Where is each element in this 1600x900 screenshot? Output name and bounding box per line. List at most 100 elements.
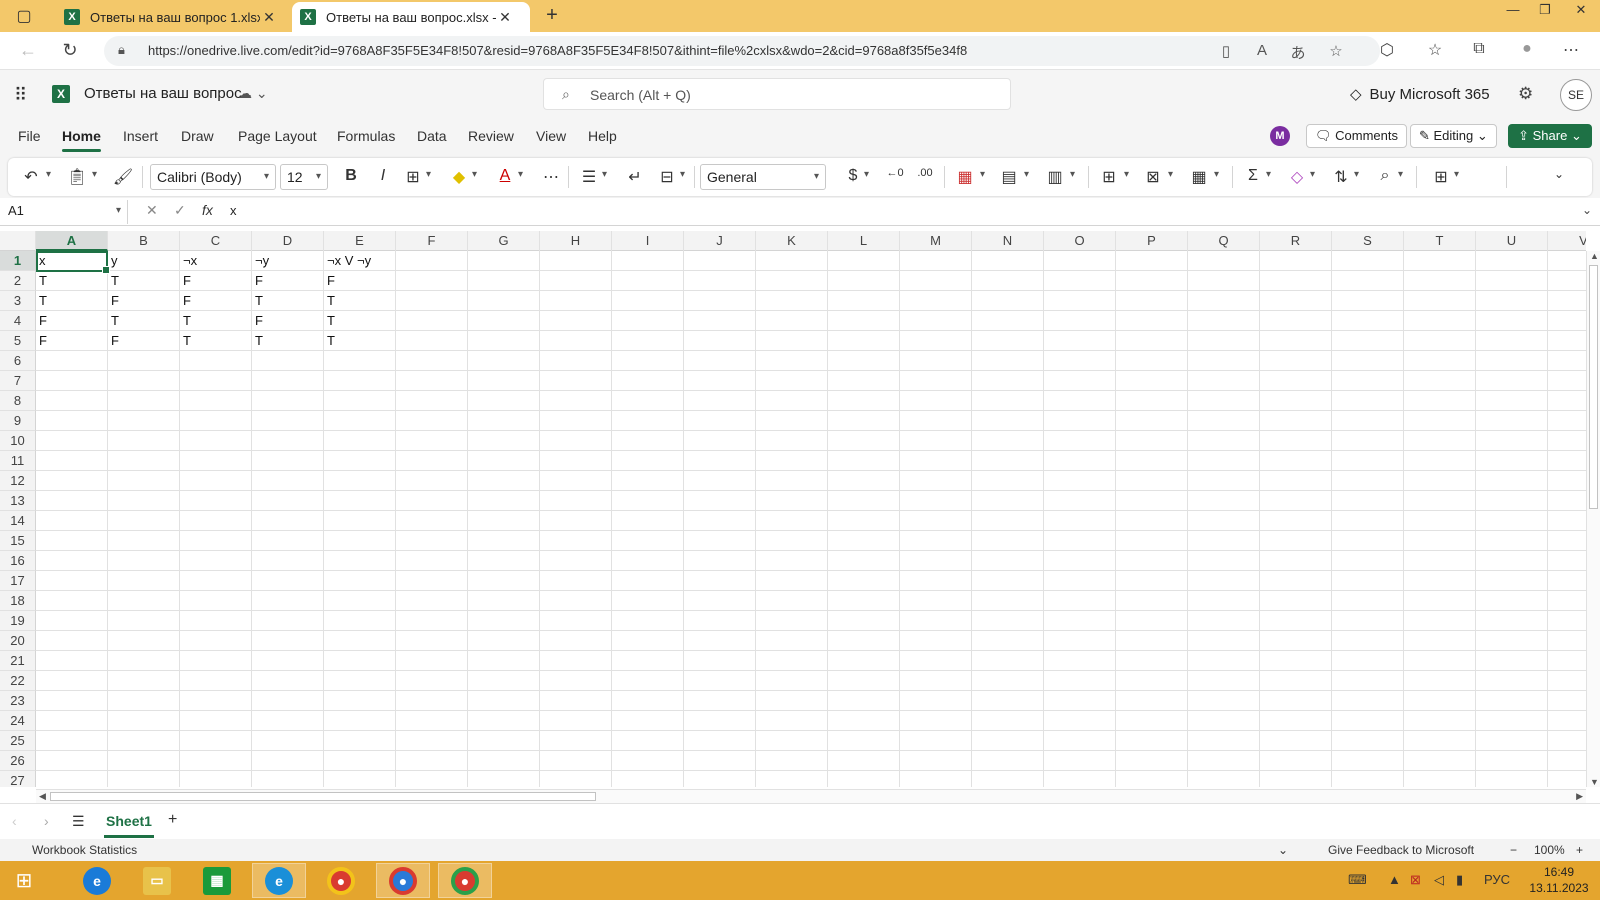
chevron-down-icon[interactable]: ▾ — [1214, 169, 1219, 180]
horizontal-scrollbar[interactable]: ◀ ▶ — [36, 789, 1586, 803]
profile-icon[interactable]: ● — [1516, 40, 1538, 58]
row-header-13[interactable]: 13 — [0, 491, 36, 511]
clear-icon[interactable]: ◇ — [1286, 167, 1308, 187]
row-header-8[interactable]: 8 — [0, 391, 36, 411]
start-button[interactable]: ⊞ — [0, 863, 48, 898]
chevron-down-icon[interactable]: ▾ — [1024, 169, 1029, 180]
format-painter-icon[interactable]: 🖌︎ — [112, 167, 134, 187]
find-icon[interactable]: ⌕ — [1374, 167, 1396, 185]
conditional-format-icon[interactable]: ▦ — [954, 167, 976, 187]
number-format-select[interactable]: General ▾ — [700, 164, 826, 190]
autosum-icon[interactable]: Σ — [1242, 167, 1264, 185]
column-header-d[interactable]: D — [252, 231, 324, 251]
row-header-22[interactable]: 22 — [0, 671, 36, 691]
row-header-19[interactable]: 19 — [0, 611, 36, 631]
share-button[interactable]: ⇪ Share ⌄ — [1508, 124, 1592, 148]
clock[interactable]: 16:49 13.11.2023 — [1524, 864, 1594, 896]
row-header-6[interactable]: 6 — [0, 351, 36, 371]
volume-icon[interactable]: ◁ — [1434, 872, 1444, 888]
settings-gear-icon[interactable]: ⚙ — [1518, 84, 1533, 104]
restore-icon[interactable]: ❐ — [1530, 0, 1560, 22]
cell-e3[interactable]: T — [324, 291, 396, 311]
ribbon-expand-icon[interactable]: ⌄ — [1548, 167, 1570, 181]
row-header-25[interactable]: 25 — [0, 731, 36, 751]
tab-data[interactable]: Data — [417, 128, 447, 144]
format-table-icon[interactable]: ▤ — [998, 167, 1020, 187]
chevron-down-icon[interactable]: ▾ — [1354, 169, 1359, 180]
column-header-r[interactable]: R — [1260, 231, 1332, 251]
cell-d1[interactable]: ¬y — [252, 251, 324, 271]
translate-icon[interactable]: あ — [1288, 42, 1308, 63]
decrease-decimal-icon[interactable]: .00 — [914, 167, 936, 179]
network-icon[interactable]: ⊠ — [1410, 872, 1421, 888]
tab-file[interactable]: File — [18, 128, 41, 144]
italic-icon[interactable]: I — [372, 167, 394, 185]
chevron-down-icon[interactable]: ▾ — [472, 169, 477, 180]
cell-d3[interactable]: T — [252, 291, 324, 311]
chevron-down-icon[interactable]: ▾ — [602, 169, 607, 180]
chevron-down-icon[interactable]: ▾ — [1310, 169, 1315, 180]
cell-e1[interactable]: ¬x V ¬y — [324, 251, 396, 271]
refresh-icon[interactable]: ↻ — [58, 39, 82, 63]
row-header-17[interactable]: 17 — [0, 571, 36, 591]
font-color-icon[interactable]: A — [494, 167, 516, 185]
column-header-q[interactable]: Q — [1188, 231, 1260, 251]
new-tab-button[interactable]: + — [540, 4, 564, 28]
chevron-right-icon[interactable]: › — [44, 813, 49, 829]
row-header-23[interactable]: 23 — [0, 691, 36, 711]
spreadsheet-grid[interactable]: ABCDEFGHIJKLMNOPQRSTUV 1 2 3 4 5 6 7 8 9 10 11 12 13… — [0, 231, 1586, 787]
column-header-j[interactable]: J — [684, 231, 756, 251]
tab-actions-icon[interactable]: ▢ — [8, 4, 40, 28]
zoom-in-icon[interactable]: + — [1576, 843, 1583, 857]
tray-expand-icon[interactable]: ▲ — [1388, 872, 1401, 887]
row-header-2[interactable]: 2 — [0, 271, 36, 291]
row-header-18[interactable]: 18 — [0, 591, 36, 611]
workbook-statistics-link[interactable]: Workbook Statistics — [32, 843, 137, 857]
add-ins-icon[interactable]: ⊞ — [1430, 167, 1452, 187]
chevron-down-icon[interactable]: ▾ — [1398, 169, 1403, 180]
scroll-down-icon[interactable]: ▼ — [1590, 777, 1599, 787]
cell-b5[interactable]: F — [108, 331, 180, 351]
borders-icon[interactable]: ⊞ — [402, 167, 424, 187]
cell-styles-icon[interactable]: ▥ — [1044, 167, 1066, 187]
column-header-a[interactable]: A — [36, 231, 108, 251]
tab-view[interactable]: View — [536, 128, 566, 144]
row-header-26[interactable]: 26 — [0, 751, 36, 771]
tab-formulas[interactable]: Formulas — [337, 128, 395, 144]
chevron-down-icon[interactable]: ▾ — [1266, 169, 1271, 180]
wrap-text-icon[interactable]: ↵ — [624, 167, 646, 187]
row-header-14[interactable]: 14 — [0, 511, 36, 531]
column-header-v[interactable]: V — [1548, 231, 1586, 251]
app-launcher-icon[interactable]: ⠿ — [14, 85, 27, 106]
chevron-down-icon[interactable]: ▾ — [864, 169, 869, 180]
chevron-down-icon[interactable]: ▾ — [980, 169, 985, 180]
scroll-up-icon[interactable]: ▲ — [1590, 251, 1599, 261]
row-header-21[interactable]: 21 — [0, 651, 36, 671]
align-icon[interactable]: ☰ — [578, 167, 600, 187]
row-header-12[interactable]: 12 — [0, 471, 36, 491]
row-header-20[interactable]: 20 — [0, 631, 36, 651]
taskbar-chrome-profile-2[interactable]: ● — [376, 863, 430, 898]
chevron-down-icon[interactable]: ▾ — [680, 169, 685, 180]
cell-b3[interactable]: F — [108, 291, 180, 311]
fill-color-icon[interactable]: ◆ — [448, 167, 470, 187]
extensions-icon[interactable]: ⬡ — [1376, 40, 1398, 60]
bold-icon[interactable]: B — [340, 167, 362, 185]
taskbar-chrome-profile-3[interactable]: ● — [438, 863, 492, 898]
presence-badge[interactable]: M — [1270, 126, 1290, 146]
chevron-down-icon[interactable]: ▾ — [1124, 169, 1129, 180]
keyboard-icon[interactable]: ⌨ — [1348, 872, 1367, 888]
chevron-down-icon[interactable]: ▾ — [518, 169, 523, 180]
row-header-11[interactable]: 11 — [0, 451, 36, 471]
zoom-out-icon[interactable]: − — [1510, 843, 1517, 857]
url-field[interactable]: 🔒︎ https://onedrive.live.com/edit?id=976… — [104, 36, 1380, 66]
row-header-1[interactable]: 1 — [0, 251, 36, 271]
cell-c5[interactable]: T — [180, 331, 252, 351]
reader-icon[interactable]: ▯ — [1216, 42, 1236, 60]
avatar[interactable]: SE — [1560, 79, 1592, 111]
vertical-scrollbar[interactable]: ▲ ▼ — [1586, 251, 1600, 787]
taskbar-chrome[interactable]: ● — [314, 863, 368, 898]
formula-input[interactable]: x — [230, 203, 237, 218]
tab-page-layout[interactable]: Page Layout — [238, 128, 317, 144]
cell-c2[interactable]: F — [180, 271, 252, 291]
